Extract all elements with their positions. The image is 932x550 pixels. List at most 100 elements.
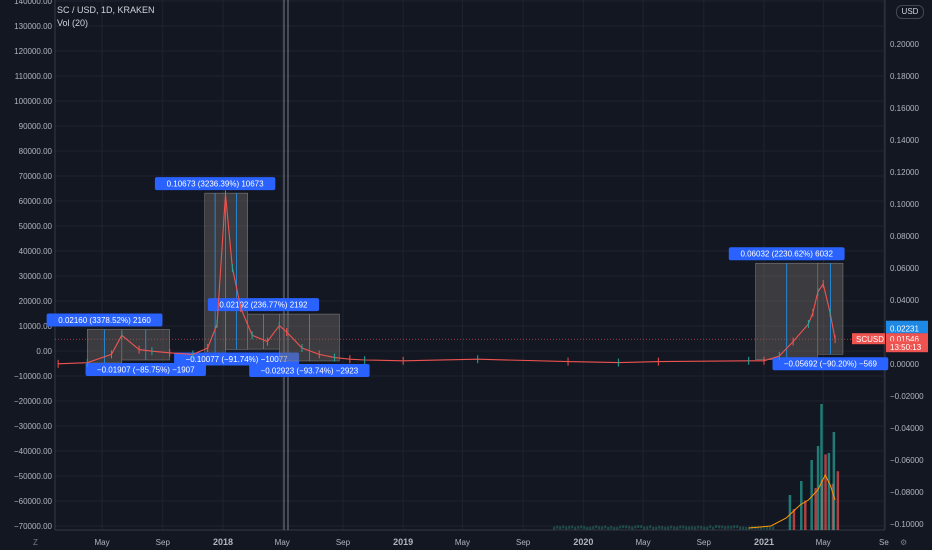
- left-tick-label: 70000.00: [19, 172, 53, 181]
- left-tick-label: 40000.00: [19, 247, 53, 256]
- volume-bar: [673, 526, 675, 529]
- right-tick-label: 0.14000: [890, 136, 919, 145]
- volume-bar: [800, 481, 803, 530]
- x-tick-label: 2020: [573, 537, 593, 547]
- volume-bar: [789, 495, 792, 530]
- left-tick-label: 30000.00: [19, 272, 53, 281]
- volume-bar: [631, 527, 633, 530]
- volume-bar: [634, 525, 636, 528]
- right-tick-label: 0.10000: [890, 200, 919, 209]
- volume-bar: [574, 527, 576, 530]
- left-tick-label: −10000.00: [14, 372, 53, 381]
- settings-icon[interactable]: ⚙: [900, 538, 907, 547]
- volume-bar: [616, 527, 618, 530]
- volume-bar: [637, 525, 639, 528]
- volume-bar: [559, 526, 561, 529]
- volume-bar: [622, 525, 624, 528]
- measure-label: 0.06032 (2230.62%) 6032: [740, 250, 833, 259]
- volume-bar: [718, 525, 720, 528]
- measure-label: 0.02160 (3378.52%) 2160: [58, 316, 151, 325]
- volume-bar: [625, 525, 627, 528]
- volume-bar: [580, 525, 582, 528]
- volume-bar: [568, 526, 570, 529]
- volume-bar: [661, 526, 663, 529]
- volume-bar: [688, 526, 690, 529]
- left-tick-label: 100000.00: [14, 97, 52, 106]
- volume-bar: [664, 527, 666, 530]
- volume-bar: [709, 525, 711, 528]
- volume-bar: [613, 527, 615, 530]
- volume-bar: [592, 526, 594, 529]
- volume-bar: [804, 501, 807, 530]
- volume-bar: [682, 526, 684, 529]
- right-tick-label: 0.16000: [890, 104, 919, 113]
- left-tick-label: 90000.00: [19, 122, 53, 131]
- x-tick-label: Sep: [697, 538, 712, 547]
- volume-bar: [604, 525, 606, 528]
- right-tick-label: 0.00000: [890, 360, 919, 369]
- volume-bar: [727, 526, 729, 529]
- volume-bar: [721, 525, 723, 528]
- right-tick-label: −0.06000: [890, 456, 924, 465]
- left-tick-label: 0.00: [36, 347, 52, 356]
- measure-label: −0.01907 (−85.75%) −1907: [97, 366, 195, 375]
- volume-indicator-label: Vol (20): [57, 18, 88, 28]
- price-tag-label: 13:50:13: [890, 343, 922, 352]
- volume-bar: [700, 526, 702, 529]
- x-tick-label: May: [95, 538, 110, 547]
- volume-bar: [691, 526, 693, 529]
- left-tick-label: 50000.00: [19, 222, 53, 231]
- left-tick-label: 140000.00: [14, 0, 52, 6]
- volume-bar: [571, 525, 573, 528]
- right-tick-label: 0.08000: [890, 232, 919, 241]
- volume-bar: [646, 526, 648, 529]
- x-tick-label: 2018: [213, 537, 233, 547]
- volume-bar: [607, 527, 609, 530]
- right-tick-label: −0.10000: [890, 520, 924, 529]
- volume-bar: [739, 527, 741, 530]
- left-tick-label: −20000.00: [14, 397, 53, 406]
- price-chart[interactable]: May Sep 2018 May Sep 2019 May Sep 2020 May Sep 2021…: [0, 0, 932, 550]
- volume-bar: [712, 527, 714, 530]
- left-tick-label: −50000.00: [14, 472, 53, 481]
- volume-bar: [583, 526, 585, 529]
- left-tick-label: 130000.00: [14, 22, 52, 31]
- left-tick-label: −30000.00: [14, 422, 53, 431]
- volume-bar: [820, 404, 823, 530]
- volume-bar: [562, 525, 564, 528]
- left-tick-label: −40000.00: [14, 447, 53, 456]
- volume-bar: [730, 526, 732, 529]
- x-tick-label: 2021: [754, 537, 774, 547]
- volume-bar: [814, 488, 817, 530]
- right-tick-label: 0.12000: [890, 168, 919, 177]
- x-tick-label: Sep: [156, 538, 171, 547]
- x-tick-label: Sep: [336, 538, 351, 547]
- volume-bar: [595, 525, 597, 528]
- symbol-title: SC / USD, 1D, KRAKEN: [57, 5, 155, 15]
- volume-bar: [667, 527, 669, 530]
- x-tick-label: May: [636, 538, 651, 547]
- volume-bar: [577, 526, 579, 529]
- volume-bar: [652, 527, 654, 530]
- left-tick-label: 80000.00: [19, 147, 53, 156]
- volume-bar: [824, 454, 827, 530]
- volume-bar: [670, 526, 672, 529]
- volume-bar: [553, 527, 555, 530]
- zoom-reset-button[interactable]: Z: [33, 538, 38, 547]
- right-tick-label: 0.04000: [890, 296, 919, 305]
- volume-bar: [679, 526, 681, 529]
- volume-bar: [697, 526, 699, 529]
- volume-bar: [772, 526, 774, 529]
- left-tick-label: −70000.00: [14, 522, 53, 531]
- x-tick-label: Sep: [516, 538, 531, 547]
- right-tick-label: −0.02000: [890, 392, 924, 401]
- volume-bar: [655, 527, 657, 530]
- volume-bar: [628, 526, 630, 529]
- volume-bar: [706, 527, 708, 530]
- currency-button[interactable]: USD: [896, 5, 924, 19]
- volume-bar: [736, 525, 738, 528]
- left-tick-label: 110000.00: [15, 72, 53, 81]
- volume-bar: [769, 527, 771, 530]
- symbol-tag-label: SCUSD: [856, 335, 884, 344]
- volume-bar: [601, 526, 603, 529]
